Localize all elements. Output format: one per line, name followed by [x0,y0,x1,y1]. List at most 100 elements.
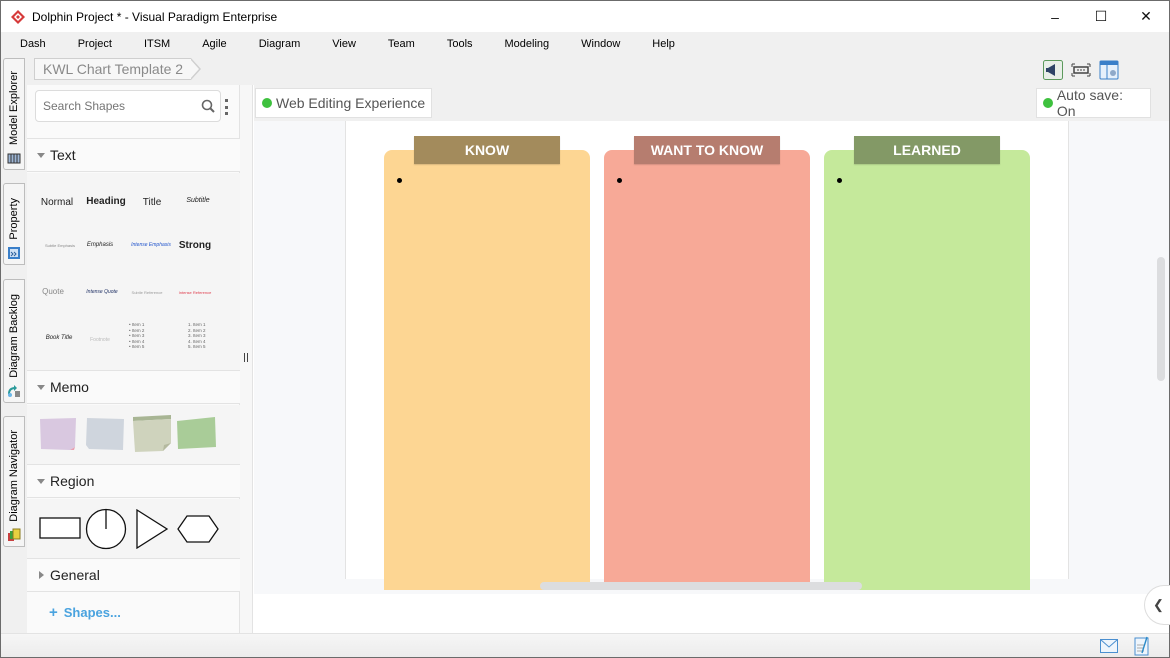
menu-agile[interactable]: Agile [190,38,239,50]
plus-icon: + [49,604,58,621]
section-text-body: Normal Heading Title Subtitle Subtle Emp… [27,173,240,370]
diagram-toolbar: KWL Chart Template 2 [27,56,1169,85]
memo-purple-shape[interactable] [39,417,77,451]
menu-view[interactable]: View [320,38,369,50]
kwl-header-know[interactable]: KNOW [414,136,560,164]
autosave-label: Auto save: On [1056,87,1123,119]
menu-window[interactable]: Window [569,38,633,50]
expand-icon [37,152,45,158]
diagram-backlog-icon [8,385,20,397]
canvas-bottom-area [254,594,1169,633]
section-text-label: Text [50,147,76,163]
minimize-icon: – [1051,8,1059,25]
panel-splitter[interactable] [240,85,253,633]
tab-diagram-backlog[interactable]: Diagram Backlog [3,279,25,403]
vertical-scrollbar[interactable] [1157,257,1165,381]
minimize-button[interactable]: – [1032,1,1078,32]
region-rectangle-shape[interactable] [39,517,81,539]
status-dot-icon [262,98,272,108]
kwl-column-learned[interactable] [824,150,1030,590]
section-region-header[interactable]: Region [27,464,240,498]
section-general-label: General [50,567,100,583]
section-text-header[interactable]: Text [27,138,240,172]
section-region-label: Region [50,473,95,489]
collapsed-icon [39,571,44,579]
property-icon [8,247,20,259]
close-button[interactable]: ✕ [1123,1,1169,32]
text-style-bullet-list[interactable]: • Item 1 • Item 2 • Item 3 • Item 4 • It… [129,322,181,350]
expand-icon [37,384,45,390]
breadcrumb-diagram-name[interactable]: KWL Chart Template 2 [34,58,192,80]
maximize-button[interactable]: ☐ [1078,1,1124,32]
text-style-emphasis[interactable]: Emphasis [74,242,126,248]
region-hexagon-shape[interactable] [177,515,219,543]
text-style-heading[interactable]: Heading [80,196,132,207]
diagram-canvas-area: Web Editing Experience Auto save: On KNO… [254,85,1170,633]
menu-tools[interactable]: Tools [435,38,486,50]
close-icon: ✕ [1140,8,1152,24]
memo-sticky-shape[interactable] [133,415,173,453]
menu-project[interactable]: Project [66,38,125,50]
shape-toolbox: Text Normal Heading Title Subtitle Subtl… [27,85,240,633]
region-triangle-shape[interactable] [136,509,169,549]
section-memo-label: Memo [50,379,89,395]
region-circle-shape[interactable] [85,508,127,550]
text-style-strong[interactable]: Strong [169,240,221,251]
text-style-intense-reference[interactable]: Intense Reference [169,290,221,295]
search-shapes-field[interactable] [35,90,221,122]
kwl-header-want-to-know[interactable]: WANT TO KNOW [634,136,780,164]
kwl-header-learned[interactable]: LEARNED [854,136,1000,164]
tab-diagram-backlog-label: Diagram Backlog [8,294,20,378]
text-style-subtitle[interactable]: Subtitle [172,197,224,204]
bullet-point[interactable] [837,178,842,183]
search-icon[interactable] [201,99,215,113]
memo-green-shape[interactable] [177,417,217,451]
menu-diagram[interactable]: Diagram [247,38,314,50]
announcement-icon[interactable] [1043,60,1063,80]
text-style-numbered-list[interactable]: 1. Item 1 2. Item 2 3. Item 3 4. Item 4 … [188,322,240,350]
text-style-quote[interactable]: Quote [27,287,79,296]
menu-bar: Dash Project ITSM Agile Diagram View Tea… [1,32,1169,56]
kwl-column-want-to-know[interactable] [604,150,810,590]
fit-screen-icon[interactable] [1071,60,1091,80]
breadcrumb[interactable]: KWL Chart Template 2 [34,58,202,80]
tab-property[interactable]: Property [3,183,25,265]
window-title: Dolphin Project * - Visual Paradigm Ente… [32,9,278,24]
diagram-navigator-icon [8,528,21,541]
menu-help[interactable]: Help [640,38,688,50]
visual-paradigm-logo-icon [11,9,25,24]
more-options-icon[interactable] [225,99,229,115]
section-general-header[interactable]: General [27,558,240,592]
section-memo-body [27,405,240,464]
maximize-icon: ☐ [1094,8,1108,24]
more-shapes-link[interactable]: + Shapes... [49,604,121,621]
menu-modeling[interactable]: Modeling [493,38,563,50]
mail-icon[interactable] [1100,639,1118,653]
notes-icon[interactable] [1134,636,1150,656]
status-dot-icon [1043,98,1053,108]
kwl-column-know[interactable] [384,150,590,590]
bullet-point[interactable] [617,178,622,183]
menu-itsm[interactable]: ITSM [132,38,183,50]
bullet-point[interactable] [397,178,402,183]
tab-model-explorer-label: Model Explorer [8,71,20,145]
section-memo-header[interactable]: Memo [27,370,240,404]
text-style-subtle-reference[interactable]: Subtle Reference [121,290,173,295]
search-shapes-input[interactable] [43,99,193,113]
autosave-badge[interactable]: Auto save: On [1036,87,1151,119]
horizontal-scrollbar[interactable] [540,582,862,590]
web-editing-badge[interactable]: Web Editing Experience [255,88,433,118]
text-style-normal[interactable]: Normal [31,197,83,208]
splitter-grip-icon[interactable] [244,353,248,362]
status-bar [1,633,1169,657]
menu-dash[interactable]: Dash [8,38,59,50]
diagram-page[interactable]: KNOW WANT TO KNOW LEARNED [345,121,1069,590]
tab-model-explorer[interactable]: Model Explorer [3,58,25,170]
memo-gray-shape[interactable] [85,417,125,451]
panel-layout-icon[interactable] [1099,60,1119,80]
tab-diagram-navigator[interactable]: Diagram Navigator [3,416,25,547]
model-explorer-icon [7,153,21,164]
menu-team[interactable]: Team [376,38,428,50]
text-style-title[interactable]: Title [126,197,178,208]
text-style-footnote[interactable]: Footnote [74,337,126,343]
